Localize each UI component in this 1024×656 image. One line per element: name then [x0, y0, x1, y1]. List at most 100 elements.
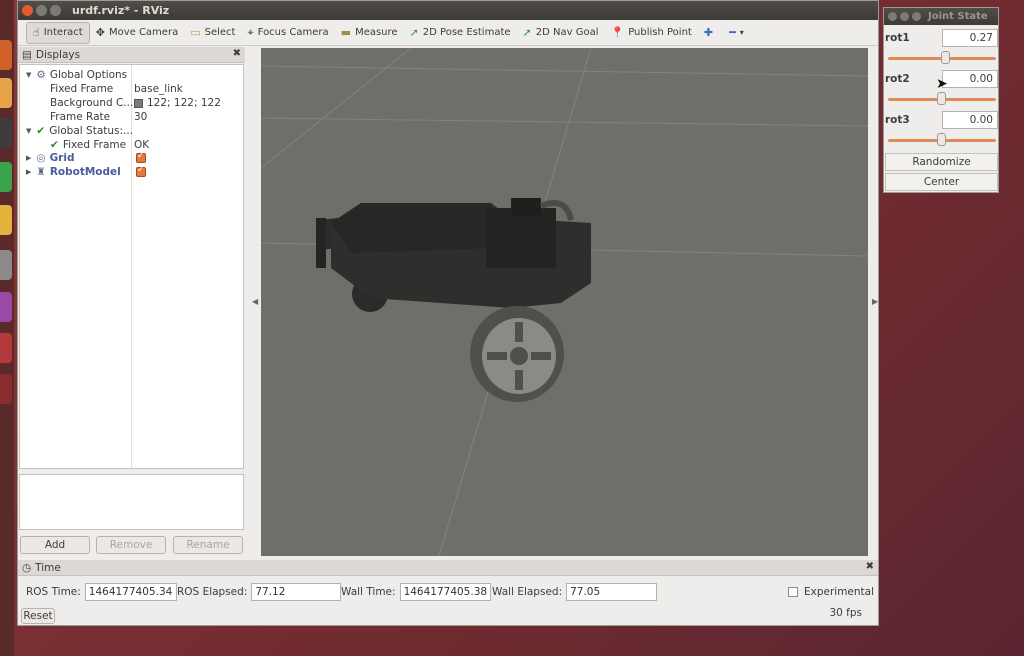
tool-focus-camera[interactable]: ⌖ Focus Camera [241, 22, 334, 44]
tool-select[interactable]: ▭ Select [184, 22, 241, 44]
launcher-app-icon[interactable] [0, 374, 12, 404]
wall-elapsed-group: Wall Elapsed: 77.05 [492, 582, 658, 602]
launcher-app-icon[interactable] [0, 118, 12, 148]
joint-slider-handle[interactable] [937, 92, 946, 105]
row-label: Fixed Frame [50, 83, 114, 95]
expand-arrow-icon[interactable]: ▼ [26, 71, 31, 79]
joint-label: rot1 [885, 32, 910, 44]
grid-enabled-checkbox[interactable] [136, 151, 146, 163]
wall-elapsed-label: Wall Elapsed: [492, 586, 563, 598]
launcher-app-icon[interactable] [0, 205, 12, 235]
center-button[interactable]: Center [885, 173, 998, 191]
tool-label: Publish Point [628, 27, 692, 38]
ros-time-field[interactable]: 1464177405.34 [84, 583, 177, 601]
mouse-cursor-icon: ➤ [936, 76, 948, 92]
tool-publish-point[interactable]: 📍 Publish Point [604, 22, 697, 44]
joint-row-rot3: rot3 0.00 [884, 111, 1000, 151]
ros-elapsed-group: ROS Elapsed: 77.12 [177, 582, 342, 602]
experimental-checkbox[interactable] [788, 587, 798, 597]
expand-arrow-icon[interactable]: ▼ [26, 127, 31, 135]
reset-button[interactable]: Reset [21, 608, 55, 624]
color-swatch [134, 98, 143, 108]
ros-elapsed-field[interactable]: 77.12 [251, 583, 342, 601]
row-value[interactable]: 30 [134, 111, 147, 123]
launcher-app-icon[interactable] [0, 162, 12, 192]
close-icon[interactable] [888, 12, 897, 21]
tree-row-frame-rate[interactable]: Frame Rate 30 [50, 110, 240, 124]
add-tool-button[interactable]: ✚ [698, 22, 723, 44]
joint-value-field[interactable]: 0.00 [942, 70, 998, 88]
ros-elapsed-label: ROS Elapsed: [177, 586, 248, 598]
launcher-app-icon[interactable] [0, 78, 12, 108]
tool-measure[interactable]: ▬ Measure [335, 22, 404, 44]
launcher-app-icon[interactable] [0, 292, 12, 322]
select-icon: ▭ [190, 26, 201, 39]
close-icon[interactable]: ✖ [233, 48, 241, 59]
pose-arrow-icon: ➚ [409, 26, 419, 39]
remove-tool-button[interactable]: ━ ▾ [723, 22, 750, 44]
wall-time-field[interactable]: 1464177405.38 [399, 583, 491, 601]
launcher-rviz-icon[interactable] [0, 250, 12, 280]
launcher-app-icon[interactable] [0, 40, 12, 70]
robot-icon: ♜ [36, 166, 46, 178]
row-label: Global Options [49, 69, 128, 81]
tree-row-global-status[interactable]: ▼ ✔ Global Status:... [26, 124, 133, 138]
row-label: Fixed Frame [62, 139, 127, 151]
wall-time-label: Wall Time: [341, 586, 396, 598]
tree-row-grid[interactable]: ▶ ◎ Grid [26, 151, 241, 165]
robotmodel-enabled-checkbox[interactable] [136, 165, 146, 177]
gear-icon: ⚙ [36, 69, 46, 81]
joint-window-titlebar: Joint State [884, 8, 998, 25]
tool-label: Measure [355, 27, 398, 38]
maximize-icon[interactable] [50, 5, 61, 16]
tree-row-fixed-frame-status[interactable]: ✔ Fixed Frame OK [50, 138, 240, 152]
right-splitter-handle[interactable]: ▶ [872, 297, 878, 306]
launcher-app-icon[interactable] [0, 333, 12, 363]
remove-button[interactable]: Remove [96, 536, 166, 554]
tool-2d-nav-goal[interactable]: ➚ 2D Nav Goal [517, 22, 605, 44]
joint-value-field[interactable]: 0.00 [942, 111, 998, 129]
tool-move-camera[interactable]: ✥ Move Camera [90, 22, 184, 44]
hand-icon: ☝ [33, 26, 40, 39]
minimize-icon[interactable] [36, 5, 47, 16]
joint-slider-handle[interactable] [941, 51, 950, 64]
map-pin-icon: 📍 [610, 26, 625, 39]
tree-row-background-color[interactable]: Background C... 122; 122; 122 [50, 96, 240, 110]
joint-slider-handle[interactable] [937, 133, 946, 146]
tool-label: Interact [43, 27, 83, 38]
displays-panel: ▤ Displays ✖ ▼ ⚙ Global Options Fixed Fr… [18, 47, 245, 557]
randomize-button[interactable]: Randomize [885, 153, 998, 171]
row-value[interactable]: base_link [134, 83, 183, 95]
close-icon[interactable]: ✖ [866, 561, 874, 572]
expand-arrow-icon[interactable]: ▶ [26, 154, 31, 162]
tree-row-fixed-frame[interactable]: Fixed Frame base_link [50, 82, 240, 96]
add-button[interactable]: Add [20, 536, 90, 554]
window-titlebar: urdf.rviz* - RViz [18, 1, 878, 20]
row-label: Frame Rate [50, 111, 111, 123]
tool-2d-pose-estimate[interactable]: ➚ 2D Pose Estimate [404, 22, 517, 44]
displays-icon: ▤ [22, 48, 32, 61]
ruler-icon: ▬ [340, 26, 352, 39]
wall-elapsed-field[interactable]: 77.05 [566, 583, 658, 601]
joint-row-rot1: rot1 0.27 [884, 29, 1000, 69]
grid-lines [261, 48, 868, 556]
nav-arrow-icon: ➚ [522, 26, 532, 39]
maximize-icon[interactable] [912, 12, 921, 21]
tree-row-robotmodel[interactable]: ▶ ♜ RobotModel [26, 165, 241, 179]
rename-button[interactable]: Rename [173, 536, 243, 554]
3d-viewport[interactable] [261, 48, 868, 556]
left-splitter-handle[interactable]: ◀ [252, 297, 258, 306]
displays-tree[interactable]: ▼ ⚙ Global Options Fixed Frame base_link… [19, 64, 244, 469]
focus-camera-icon: ⌖ [247, 25, 254, 39]
close-icon[interactable] [22, 5, 33, 16]
row-label: Global Status:... [49, 125, 134, 137]
tree-row-global-options[interactable]: ▼ ⚙ Global Options [26, 68, 127, 82]
tool-label: 2D Pose Estimate [422, 27, 511, 38]
row-value[interactable]: 122; 122; 122 [134, 97, 221, 109]
check-icon: ✔ [50, 139, 59, 151]
tool-interact[interactable]: ☝ Interact [26, 21, 90, 44]
minimize-icon[interactable] [900, 12, 909, 21]
unity-launcher [0, 0, 14, 656]
expand-arrow-icon[interactable]: ▶ [26, 168, 31, 176]
joint-value-field[interactable]: 0.27 [942, 29, 998, 47]
